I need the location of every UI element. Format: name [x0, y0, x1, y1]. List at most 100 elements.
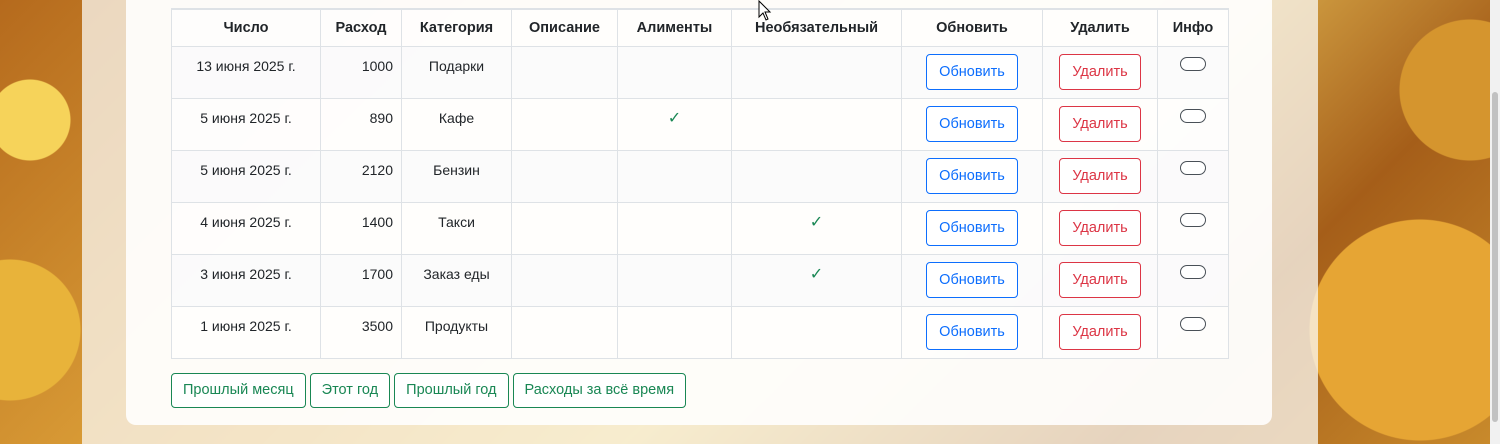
- cell-info: [1157, 201, 1229, 255]
- delete-button[interactable]: Удалить: [1059, 314, 1141, 350]
- last-year-button[interactable]: Прошлый год: [394, 373, 509, 408]
- info-toggle[interactable]: [1180, 160, 1206, 175]
- period-filters: Прошлый месяц Этот год Прошлый год Расхо…: [171, 373, 687, 408]
- cell-delete: Удалить: [1042, 45, 1158, 99]
- cell-optional: [731, 97, 902, 151]
- cell-date: 1 июня 2025 г.: [171, 305, 321, 359]
- table-row: 13 июня 2025 г. 1000 Подарки Обновить Удалит…: [171, 45, 1229, 99]
- check-icon: ✓: [809, 214, 824, 231]
- cell-delete: Удалить: [1042, 97, 1158, 151]
- cell-delete: Удалить: [1042, 201, 1158, 255]
- cell-description: [511, 45, 618, 99]
- cell-info: [1157, 253, 1229, 307]
- cell-amount: 1700: [320, 253, 402, 307]
- table-row: 3 июня 2025 г. 1700 Заказ еды ✓ Обновить Удал…: [171, 253, 1229, 307]
- header-info: Инфо: [1157, 8, 1229, 47]
- all-time-button[interactable]: Расходы за всё время: [512, 373, 687, 408]
- scrollbar-thumb[interactable]: [1492, 92, 1498, 422]
- table-row: 5 июня 2025 г. 2120 Бензин Обновить Удалить: [171, 149, 1229, 203]
- cell-date: 13 июня 2025 г.: [171, 45, 321, 99]
- cell-alimony: [617, 253, 732, 307]
- page-scrollbar[interactable]: [1490, 0, 1500, 444]
- cell-update: Обновить: [901, 149, 1043, 203]
- update-button[interactable]: Обновить: [926, 210, 1018, 246]
- cell-alimony: ✓: [617, 97, 732, 151]
- check-icon: ✓: [809, 266, 824, 283]
- cell-date: 3 июня 2025 г.: [171, 253, 321, 307]
- cell-category: Бензин: [401, 149, 512, 203]
- header-amount: Расход: [320, 8, 402, 47]
- cell-description: [511, 149, 618, 203]
- update-button[interactable]: Обновить: [926, 262, 1018, 298]
- delete-button[interactable]: Удалить: [1059, 54, 1141, 90]
- info-toggle[interactable]: [1180, 264, 1206, 279]
- cell-optional: [731, 149, 902, 203]
- cell-amount: 1000: [320, 45, 402, 99]
- delete-button[interactable]: Удалить: [1059, 106, 1141, 142]
- info-toggle[interactable]: [1180, 56, 1206, 71]
- cell-category: Подарки: [401, 45, 512, 99]
- cell-alimony: [617, 45, 732, 99]
- cell-update: Обновить: [901, 201, 1043, 255]
- cell-optional: ✓: [731, 201, 902, 255]
- expenses-table: Число Расход Категория Описание Алименты…: [171, 8, 1229, 359]
- cell-amount: 3500: [320, 305, 402, 359]
- table-header-row: Число Расход Категория Описание Алименты…: [171, 8, 1229, 47]
- cell-update: Обновить: [901, 253, 1043, 307]
- cell-amount: 890: [320, 97, 402, 151]
- cell-description: [511, 253, 618, 307]
- check-icon: ✓: [667, 110, 682, 127]
- cell-description: [511, 201, 618, 255]
- cell-alimony: [617, 149, 732, 203]
- cell-info: [1157, 305, 1229, 359]
- cell-delete: Удалить: [1042, 305, 1158, 359]
- cell-delete: Удалить: [1042, 149, 1158, 203]
- mouse-cursor-icon: [758, 0, 772, 21]
- delete-button[interactable]: Удалить: [1059, 158, 1141, 194]
- cell-optional: [731, 45, 902, 99]
- cell-amount: 2120: [320, 149, 402, 203]
- cell-update: Обновить: [901, 305, 1043, 359]
- header-delete: Удалить: [1042, 8, 1158, 47]
- table-row: 5 июня 2025 г. 890 Кафе ✓ Обновить Удалить: [171, 97, 1229, 151]
- cell-info: [1157, 149, 1229, 203]
- header-update: Обновить: [901, 8, 1043, 47]
- cell-date: 4 июня 2025 г.: [171, 201, 321, 255]
- cell-category: Продукты: [401, 305, 512, 359]
- header-description: Описание: [511, 8, 618, 47]
- header-category: Категория: [401, 8, 512, 47]
- table-row: 4 июня 2025 г. 1400 Такси ✓ Обновить Удалить: [171, 201, 1229, 255]
- cell-update: Обновить: [901, 45, 1043, 99]
- cell-description: [511, 97, 618, 151]
- cell-info: [1157, 45, 1229, 99]
- last-month-button[interactable]: Прошлый месяц: [171, 373, 306, 408]
- header-date: Число: [171, 8, 321, 47]
- update-button[interactable]: Обновить: [926, 314, 1018, 350]
- update-button[interactable]: Обновить: [926, 54, 1018, 90]
- cell-amount: 1400: [320, 201, 402, 255]
- cell-date: 5 июня 2025 г.: [171, 97, 321, 151]
- cell-description: [511, 305, 618, 359]
- cell-category: Кафе: [401, 97, 512, 151]
- info-toggle[interactable]: [1180, 316, 1206, 331]
- cell-update: Обновить: [901, 97, 1043, 151]
- delete-button[interactable]: Удалить: [1059, 210, 1141, 246]
- table-row: 1 июня 2025 г. 3500 Продукты Обновить Удалит…: [171, 305, 1229, 359]
- cell-category: Заказ еды: [401, 253, 512, 307]
- cell-optional: [731, 305, 902, 359]
- cell-optional: ✓: [731, 253, 902, 307]
- header-alimony: Алименты: [617, 8, 732, 47]
- info-toggle[interactable]: [1180, 212, 1206, 227]
- cell-alimony: [617, 201, 732, 255]
- delete-button[interactable]: Удалить: [1059, 262, 1141, 298]
- header-optional: Необязательный: [731, 8, 902, 47]
- cell-delete: Удалить: [1042, 253, 1158, 307]
- cell-info: [1157, 97, 1229, 151]
- update-button[interactable]: Обновить: [926, 106, 1018, 142]
- update-button[interactable]: Обновить: [926, 158, 1018, 194]
- cell-alimony: [617, 305, 732, 359]
- this-year-button[interactable]: Этот год: [309, 373, 391, 408]
- cell-date: 5 июня 2025 г.: [171, 149, 321, 203]
- cell-category: Такси: [401, 201, 512, 255]
- info-toggle[interactable]: [1180, 108, 1206, 123]
